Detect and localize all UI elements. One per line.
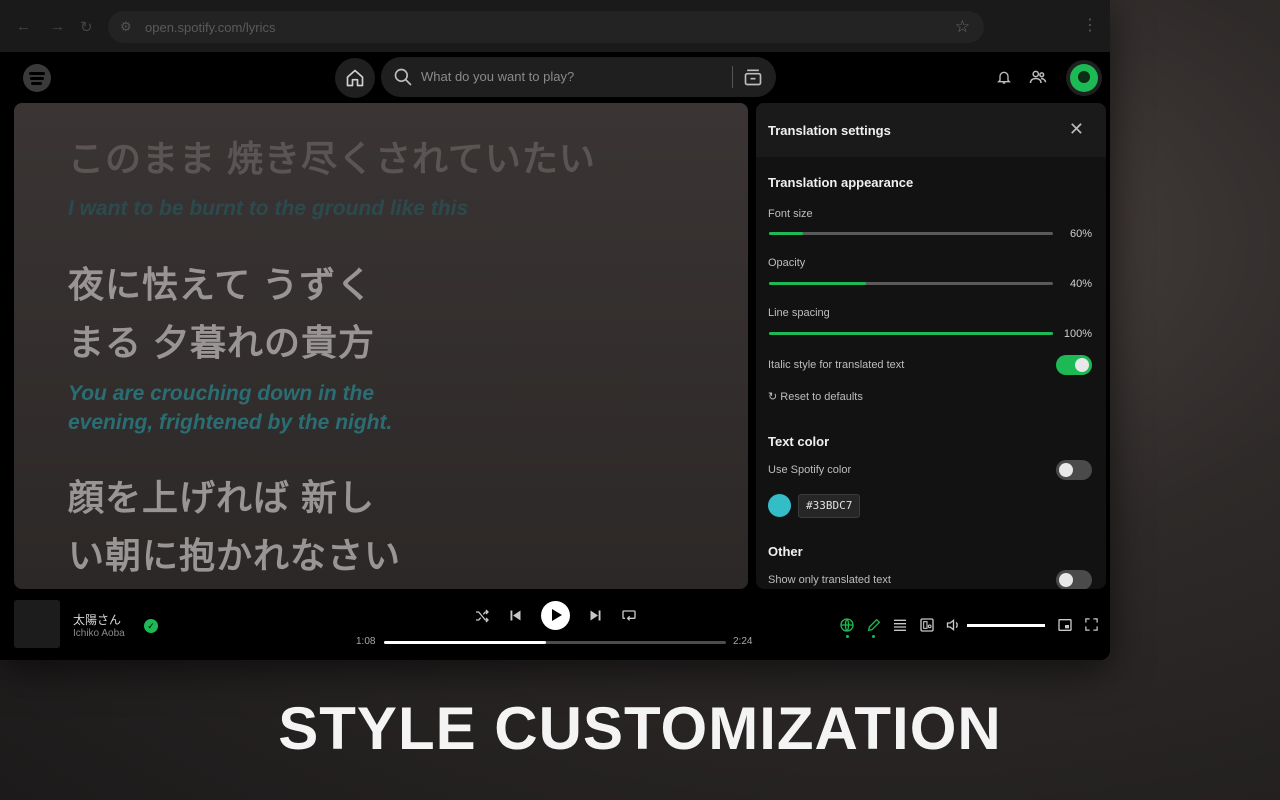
lyric-translation: You are crouching down in the [68, 382, 375, 405]
font-size-label: Font size [768, 208, 813, 220]
track-artist[interactable]: Ichiko Aoba [73, 628, 125, 639]
forward-icon[interactable]: → [50, 18, 65, 35]
track-title[interactable]: 太陽さん [73, 611, 121, 628]
other-section-title: Other [768, 544, 803, 559]
previous-icon[interactable] [508, 608, 523, 623]
pencil-icon[interactable] [866, 617, 882, 633]
home-icon [346, 69, 364, 87]
miniplayer-icon[interactable] [1057, 617, 1073, 633]
lyric-line-jp[interactable]: 顔を上げれば 新し [68, 469, 375, 521]
appearance-section-title: Translation appearance [768, 175, 914, 190]
notifications-bell-icon[interactable] [996, 68, 1012, 86]
duration-time: 2:24 [733, 636, 753, 647]
line-spacing-label: Line spacing [768, 307, 830, 319]
lyrics-panel: このまま 焼き尽くされていたい I want to be burnt to th… [14, 103, 748, 589]
font-size-slider[interactable] [769, 232, 1053, 235]
reset-icon: ↻ [768, 391, 778, 403]
fullscreen-icon[interactable] [1084, 617, 1099, 632]
only-translated-label: Show only translated text [768, 574, 891, 586]
connect-device-icon[interactable] [919, 617, 935, 633]
reload-icon[interactable]: ↻ [80, 18, 93, 36]
text-color-section-title: Text color [768, 434, 830, 449]
lyric-translation: I want to be burnt to the ground like th… [68, 197, 469, 220]
use-spotify-color-label: Use Spotify color [768, 464, 852, 476]
search-input[interactable]: What do you want to play? [421, 69, 574, 84]
back-icon[interactable]: ← [16, 18, 31, 35]
reset-defaults-link[interactable]: ↻ Reset to defaults [768, 390, 863, 403]
bookmark-star-icon[interactable]: ☆ [955, 17, 970, 37]
volume-icon[interactable] [945, 617, 962, 633]
use-spotify-color-toggle[interactable] [1056, 460, 1092, 480]
only-translated-toggle[interactable] [1056, 570, 1092, 589]
font-size-slider-fill [769, 232, 804, 235]
reset-label: Reset to defaults [780, 391, 863, 403]
queue-icon[interactable] [892, 617, 908, 633]
opacity-slider[interactable] [769, 282, 1053, 285]
opacity-label: Opacity [768, 257, 806, 269]
browse-icon[interactable] [743, 66, 763, 88]
next-icon[interactable] [588, 608, 603, 623]
browser-menu-icon[interactable]: ⋮ [1082, 15, 1098, 35]
lyric-line-jp[interactable]: このまま 焼き尽くされていたい [68, 130, 596, 182]
user-avatar[interactable] [1066, 60, 1102, 96]
font-size-value: 60% [1069, 228, 1092, 240]
site-settings-icon[interactable]: ⚙ [120, 19, 132, 35]
address-bar[interactable]: ⚙ open.spotify.com/lyrics ☆ [108, 11, 984, 43]
settings-header: Translation settings ✕ [756, 103, 1106, 157]
search-bar[interactable]: What do you want to play? [381, 57, 776, 97]
opacity-slider-fill [769, 282, 866, 285]
italic-toggle[interactable] [1056, 355, 1092, 375]
line-spacing-slider-fill [769, 332, 1053, 335]
settings-title: Translation settings [768, 123, 891, 138]
shuffle-icon[interactable] [474, 608, 490, 624]
elapsed-time: 1:08 [356, 636, 376, 647]
browser-window: ← → ↻ ⚙ open.spotify.com/lyrics ☆ ⋮ What… [0, 0, 1110, 660]
url-text: open.spotify.com/lyrics [145, 20, 276, 35]
italic-label: Italic style for translated text [768, 359, 905, 371]
friend-activity-icon[interactable] [1029, 68, 1047, 86]
browser-toolbar: ← → ↻ ⚙ open.spotify.com/lyrics ☆ ⋮ [0, 0, 1110, 53]
playback-progress-bar[interactable] [384, 641, 726, 644]
active-indicator [846, 635, 849, 638]
lyric-translation: evening, frightened by the night. [68, 411, 393, 434]
lyric-line-jp[interactable]: 夜に怯えて うずく [68, 256, 373, 308]
lyric-line-jp[interactable]: まる 夕暮れの貴方 [68, 314, 375, 366]
color-swatch[interactable] [768, 494, 791, 517]
line-spacing-slider[interactable] [769, 332, 1053, 335]
active-indicator [872, 635, 875, 638]
line-spacing-value: 100% [1063, 328, 1092, 340]
search-divider [732, 66, 733, 88]
lyric-line-jp[interactable]: い朝に抱かれなさい [68, 527, 401, 579]
hex-color-input[interactable]: #33BDC7 [798, 494, 861, 518]
spotify-topbar: What do you want to play? [0, 52, 1110, 102]
play-button[interactable] [541, 601, 570, 630]
search-icon [394, 68, 412, 86]
home-button[interactable] [335, 58, 375, 98]
translate-icon[interactable] [839, 617, 855, 633]
volume-slider[interactable] [967, 624, 1045, 627]
liked-check-icon[interactable]: ✓ [144, 619, 158, 633]
close-icon[interactable]: ✕ [1069, 119, 1084, 140]
playback-progress-fill [384, 641, 547, 644]
volume-slider-fill [967, 624, 1045, 627]
player-bar: 太陽さん Ichiko Aoba ✓ 1:08 2:24 [0, 592, 1110, 660]
album-cover[interactable] [14, 600, 60, 648]
repeat-icon[interactable] [621, 607, 637, 623]
translation-settings-panel: Translation settings ✕ Translation appea… [756, 103, 1106, 589]
promo-caption: STYLE CUSTOMIZATION [278, 695, 1002, 762]
spotify-logo-icon[interactable] [23, 64, 51, 92]
opacity-value: 40% [1069, 278, 1092, 290]
